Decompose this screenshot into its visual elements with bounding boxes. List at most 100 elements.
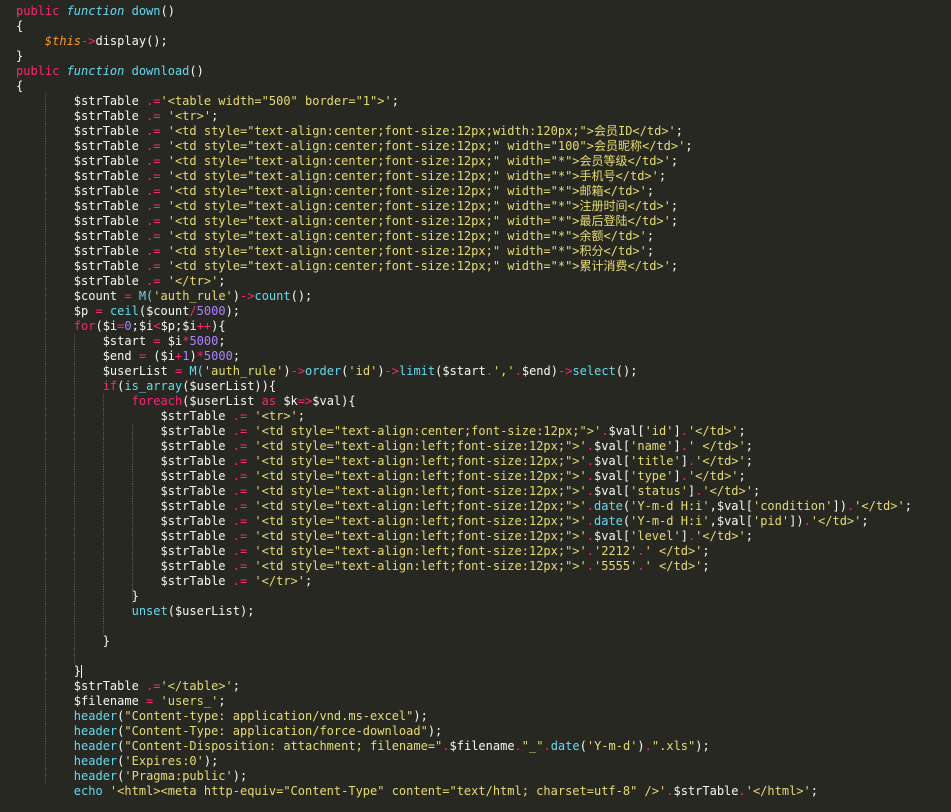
code-token: .= (232, 454, 248, 468)
code-token: 'name' (630, 439, 674, 453)
code-token: 'title' (630, 454, 681, 468)
code-token: $strTable (16, 94, 147, 108)
indent-guide (131, 424, 133, 439)
code-token: header (73, 754, 118, 768)
code-token: $strTable (16, 139, 147, 153)
code-token: ); (203, 754, 219, 768)
code-token: ; (218, 334, 226, 348)
code-token: ' </td>' (687, 439, 746, 453)
code-token: . (586, 559, 594, 573)
code-token: "_" (521, 739, 544, 753)
indent-guide (44, 199, 46, 214)
indent-guide (44, 274, 46, 289)
code-token: $strTable (16, 499, 233, 513)
indent-guide (44, 544, 46, 559)
code-token: .= (146, 94, 161, 108)
indent-guide (44, 589, 46, 604)
code-token: 'Y-m-d H:i' (630, 514, 710, 528)
code-token: ) (637, 739, 645, 753)
code-token: .= (232, 424, 248, 438)
code-line: $strTable .= '<td style="text-align:left… (0, 514, 951, 529)
code-token: $start (16, 334, 154, 348)
code-token: } (16, 634, 110, 648)
code-token: '</td>' (687, 424, 739, 438)
indent-guide (44, 244, 46, 259)
code-token: .= (232, 409, 248, 423)
code-token: } (16, 664, 82, 678)
code-token: ($userList); (167, 604, 255, 618)
code-token: ; (232, 679, 240, 693)
code-token: { (16, 19, 24, 33)
code-token: date (594, 499, 623, 513)
code-token: . (680, 439, 688, 453)
code-token: . (586, 469, 594, 483)
indent-guide (102, 574, 104, 589)
code-token: .= (146, 679, 161, 693)
code-token: unset (131, 604, 168, 618)
code-token: '2212' (594, 544, 638, 558)
code-line: $strTable .= '<td style="text-align:left… (0, 454, 951, 469)
code-token: ) (283, 364, 291, 378)
indent-guide (73, 559, 75, 574)
code-token: foreach (131, 394, 183, 408)
code-token: -> (557, 364, 573, 378)
code-token: $strTable (16, 184, 147, 198)
code-line: header('Expires:0'); (0, 754, 951, 769)
code-token: $strTable (16, 544, 233, 558)
code-token: '<td style="text-align:center;font-size:… (160, 154, 671, 168)
code-token: . (680, 469, 688, 483)
code-line: } (0, 634, 951, 649)
code-token: ($start (435, 364, 486, 378)
indent-guide (44, 634, 46, 649)
code-token: ; (745, 439, 753, 453)
code-token: ; (646, 229, 655, 243)
code-token: ; (738, 469, 746, 483)
code-token: ; (297, 409, 306, 423)
code-line: $strTable .= '<td style="text-align:left… (0, 499, 951, 514)
code-token: header (73, 739, 118, 753)
code-token: ) (189, 349, 197, 363)
code-line: { (0, 19, 951, 34)
code-token: $strTable (16, 514, 233, 528)
code-token: 0 (124, 319, 132, 333)
indent-guide (44, 409, 46, 424)
code-token: header (73, 769, 118, 783)
code-token: $filename (16, 694, 147, 708)
indent-guide (73, 409, 75, 424)
code-token: . (637, 544, 645, 558)
code-token: $strTable (16, 214, 147, 228)
code-token: '<td style="text-align:center;font-size:… (160, 199, 671, 213)
code-token: ; (658, 169, 667, 183)
indent-guide (102, 439, 104, 454)
code-line: header("Content-Type: application/force-… (0, 724, 951, 739)
indent-guide (44, 364, 46, 379)
code-line: { (0, 79, 951, 94)
code-token: 'users_' (153, 694, 219, 708)
code-token: public (16, 4, 67, 18)
code-token: ; (810, 784, 818, 798)
code-token: '</html>' (745, 784, 811, 798)
code-token: ' </td>' (644, 544, 703, 558)
code-editor[interactable]: public function down(){ $this->display()… (0, 0, 951, 812)
code-token: ; (861, 514, 869, 528)
code-line: foreach($userList as $k=>$val){ (0, 394, 951, 409)
code-token: $strTable (16, 109, 147, 123)
code-line: public function down() (0, 4, 951, 19)
code-line: $strTable .= '<td style="text-align:cent… (0, 139, 951, 154)
indent-guide (102, 424, 104, 439)
code-token: .= (232, 439, 248, 453)
code-token: 'auth_rule' (203, 364, 284, 378)
code-token: ++ (196, 319, 212, 333)
indent-guide (73, 574, 75, 589)
code-token: ; (305, 574, 313, 588)
code-token: '</td>' (854, 499, 905, 513)
code-token: 'id' (348, 364, 378, 378)
code-token: $strTable (16, 229, 147, 243)
code-token: download (131, 64, 190, 78)
indent-guide (44, 229, 46, 244)
code-token: ] (673, 439, 681, 453)
code-token: $strTable (673, 784, 739, 798)
indent-guide (102, 484, 104, 499)
code-token: limit (399, 364, 436, 378)
code-line: $count = M('auth_rule')->count(); (0, 289, 951, 304)
